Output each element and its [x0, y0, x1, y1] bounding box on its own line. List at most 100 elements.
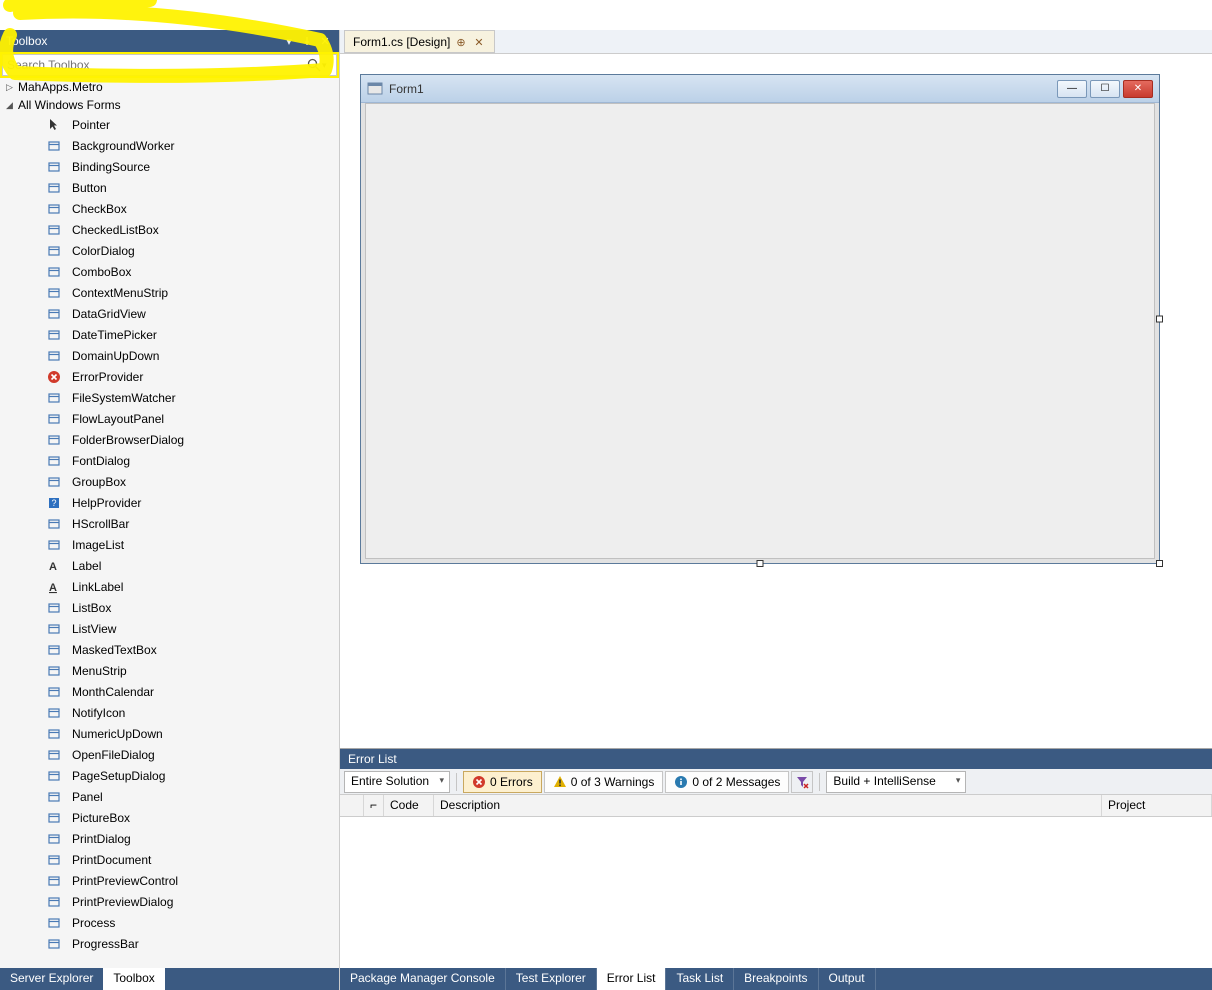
toolbox-item[interactable]: FileSystemWatcher [0, 387, 339, 408]
maximize-icon[interactable]: ☐ [1090, 80, 1120, 98]
toolbox-item[interactable]: FontDialog [0, 450, 339, 471]
right-tab[interactable]: Test Explorer [506, 968, 597, 990]
warnings-filter[interactable]: 0 of 3 Warnings [544, 771, 664, 793]
toolbox-item-label: DataGridView [72, 307, 146, 321]
close-icon[interactable]: ✕ [474, 36, 486, 48]
toolbox-item-label: MonthCalendar [72, 685, 154, 699]
form-designer[interactable]: Form1 — ☐ ✕ [340, 54, 1212, 748]
search-icon[interactable] [306, 57, 322, 73]
control-icon [46, 243, 62, 259]
toolbox-item[interactable]: PageSetupDialog [0, 765, 339, 786]
toolbox-item[interactable]: FlowLayoutPanel [0, 408, 339, 429]
toolbox-category[interactable]: ▷MahApps.Metro [0, 78, 339, 96]
toolbox-item[interactable]: BindingSource [0, 156, 339, 177]
col-project[interactable]: Project [1102, 795, 1212, 816]
toolbox-item[interactable]: Pointer [0, 114, 339, 135]
toolbox-item[interactable]: MaskedTextBox [0, 639, 339, 660]
toolbox-item[interactable]: ListBox [0, 597, 339, 618]
control-icon [46, 747, 62, 763]
pin-icon[interactable]: ⊕ [456, 36, 468, 48]
toolbox-item[interactable]: PrintPreviewDialog [0, 891, 339, 912]
toolbox-item[interactable]: ContextMenuStrip [0, 282, 339, 303]
toolbox-item[interactable]: BackgroundWorker [0, 135, 339, 156]
toolbox-item[interactable]: ALabel [0, 555, 339, 576]
resize-handle-south[interactable] [757, 560, 764, 567]
toolbox-item[interactable]: DomainUpDown [0, 345, 339, 366]
minimize-icon[interactable]: — [1057, 80, 1087, 98]
doc-tab-label: Form1.cs [Design] [353, 35, 450, 49]
toolbox-item-label: HScrollBar [72, 517, 129, 531]
close-icon[interactable]: ✕ [317, 33, 333, 49]
toolbox-item[interactable]: PictureBox [0, 807, 339, 828]
right-tab[interactable]: Package Manager Console [340, 968, 506, 990]
toolbox-item[interactable]: NumericUpDown [0, 723, 339, 744]
form-window[interactable]: Form1 — ☐ ✕ [360, 74, 1160, 564]
left-tab[interactable]: Toolbox [103, 968, 164, 990]
col-description[interactable]: Description [434, 795, 1102, 816]
close-icon[interactable]: ✕ [1123, 80, 1153, 98]
toolbox-category[interactable]: ◢All Windows Forms [0, 96, 339, 114]
messages-filter[interactable]: 0 of 2 Messages [665, 771, 789, 793]
toolbox-item[interactable]: ?HelpProvider [0, 492, 339, 513]
build-filter-select[interactable]: Build + IntelliSense [826, 771, 966, 793]
resize-handle-east[interactable] [1156, 316, 1163, 323]
toolbox-item[interactable]: PrintPreviewControl [0, 870, 339, 891]
doc-tab-form1[interactable]: Form1.cs [Design] ⊕ ✕ [344, 30, 495, 53]
form-client-area[interactable] [365, 103, 1155, 559]
toolbox-item[interactable]: CheckBox [0, 198, 339, 219]
toolbox-item[interactable]: Panel [0, 786, 339, 807]
window-position-icon[interactable]: ▾ [281, 33, 297, 49]
pin-icon[interactable] [299, 33, 315, 49]
form-icon [367, 81, 383, 97]
toolbox-item[interactable]: ListView [0, 618, 339, 639]
toolbox-item-label: FontDialog [72, 454, 130, 468]
control-icon [46, 915, 62, 931]
toolbox-item[interactable]: MenuStrip [0, 660, 339, 681]
toolbox-item[interactable]: ProgressBar [0, 933, 339, 954]
chevron-down-icon: ◢ [6, 100, 18, 111]
toolbox-item-label: NotifyIcon [72, 706, 125, 720]
toolbox-item-label: PrintPreviewControl [72, 874, 178, 888]
toolbox-item[interactable]: PrintDocument [0, 849, 339, 870]
toolbox-item[interactable]: ALinkLabel [0, 576, 339, 597]
toolbox-item-label: ProgressBar [72, 937, 139, 951]
toolbox-item[interactable]: NotifyIcon [0, 702, 339, 723]
right-tab[interactable]: Output [819, 968, 876, 990]
right-tab[interactable]: Error List [597, 968, 667, 990]
toolbox-item[interactable]: DateTimePicker [0, 324, 339, 345]
search-input[interactable] [7, 58, 306, 72]
toolbox-item[interactable]: ErrorProvider [0, 366, 339, 387]
right-tab[interactable]: Task List [666, 968, 734, 990]
toolbox-item[interactable]: HScrollBar [0, 513, 339, 534]
toolbox-item-label: OpenFileDialog [72, 748, 155, 762]
toolbox-item-label: PrintPreviewDialog [72, 895, 173, 909]
errors-filter[interactable]: 0 Errors [463, 771, 542, 793]
toolbox-item-label: GroupBox [72, 475, 126, 489]
toolbox-item[interactable]: Process [0, 912, 339, 933]
error-grid-body [340, 817, 1212, 968]
toolbox-item[interactable]: GroupBox [0, 471, 339, 492]
toolbox-item-label: HelpProvider [72, 496, 141, 510]
toolbox-item[interactable]: ComboBox [0, 261, 339, 282]
right-tab[interactable]: Breakpoints [734, 968, 818, 990]
error-list-panel: Error List Entire Solution 0 Errors 0 of… [340, 748, 1212, 968]
toolbox-item-label: PrintDocument [72, 853, 151, 867]
toolbox-item[interactable]: CheckedListBox [0, 219, 339, 240]
clear-filter-button[interactable] [791, 771, 813, 793]
search-dropdown-icon[interactable]: ▾ [322, 60, 332, 71]
scope-select[interactable]: Entire Solution [344, 771, 450, 793]
resize-handle-southeast[interactable] [1156, 560, 1163, 567]
expand-column-icon[interactable]: ⌐ [364, 795, 384, 816]
left-tab[interactable]: Server Explorer [0, 968, 103, 990]
category-label: MahApps.Metro [18, 80, 103, 94]
toolbox-item[interactable]: ColorDialog [0, 240, 339, 261]
toolbox-tree[interactable]: ▷MahApps.Metro◢All Windows FormsPointerB… [0, 78, 339, 968]
toolbox-item[interactable]: PrintDialog [0, 828, 339, 849]
col-code[interactable]: Code [384, 795, 434, 816]
toolbox-item[interactable]: ImageList [0, 534, 339, 555]
toolbox-item[interactable]: OpenFileDialog [0, 744, 339, 765]
toolbox-item[interactable]: Button [0, 177, 339, 198]
toolbox-item[interactable]: DataGridView [0, 303, 339, 324]
toolbox-item[interactable]: FolderBrowserDialog [0, 429, 339, 450]
toolbox-item[interactable]: MonthCalendar [0, 681, 339, 702]
